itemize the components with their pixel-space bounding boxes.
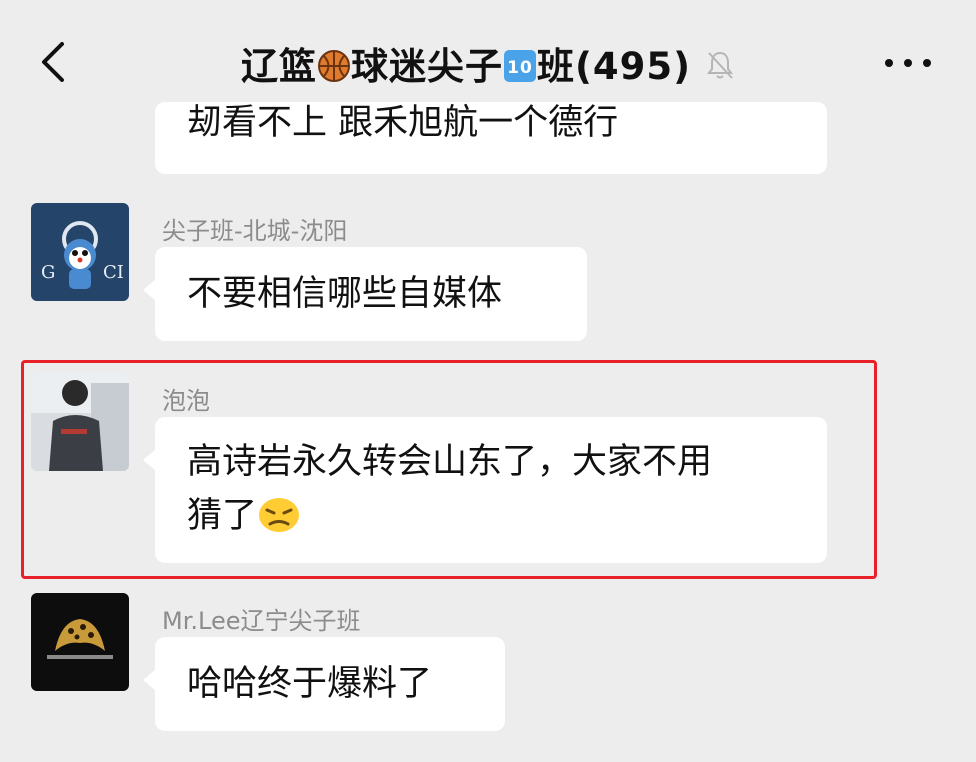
message-text-line-2-wrap: 猜了 — [187, 489, 795, 549]
cheetah-logo-avatar-image — [31, 593, 129, 691]
svg-text:10: 10 — [507, 58, 533, 78]
bell-muted-icon — [705, 47, 735, 90]
title-text-3: 班(495) — [536, 45, 692, 88]
basketball-icon — [317, 49, 351, 92]
message-bubble[interactable]: 刼看不上 跟禾旭航一个德行 — [155, 102, 827, 174]
avatar[interactable]: G CI — [31, 203, 129, 301]
persevering-face-icon — [257, 495, 301, 549]
chat-header: 辽篮 球迷尖子 10 班(495) — [0, 0, 976, 118]
message-bubble[interactable]: 不要相信哪些自媒体 — [143, 247, 587, 341]
more-dots-icon[interactable] — [884, 58, 932, 68]
chat-title: 辽篮 球迷尖子 10 班(495) — [0, 36, 976, 92]
svg-text:CI: CI — [103, 262, 124, 283]
gucci-doraemon-avatar-image: G CI — [31, 203, 129, 301]
message-text: 不要相信哪些自媒体 — [187, 274, 503, 314]
message-text-line-2: 猜了 — [187, 496, 258, 536]
message-text-line-1: 高诗岩永久转会山东了，大家不用 — [187, 442, 713, 482]
title-text-1: 辽篮 — [240, 45, 317, 88]
sender-name: Mr.Lee辽宁尖子班 — [162, 607, 361, 635]
sender-name: 泡泡 — [162, 387, 210, 415]
sender-name: 尖子班-北城-沈阳 — [162, 217, 348, 245]
svg-text:G: G — [41, 262, 55, 283]
message-text: 刼看不上 跟禾旭航一个德行 — [187, 103, 619, 143]
message-bubble[interactable]: 哈哈终于爆料了 — [143, 637, 505, 731]
avatar[interactable] — [31, 373, 129, 471]
keycap-ten-icon: 10 — [503, 49, 537, 92]
avatar[interactable] — [31, 593, 129, 691]
title-text-2: 球迷尖子 — [350, 45, 503, 88]
message-text: 哈哈终于爆料了 — [187, 664, 433, 704]
message-bubble[interactable]: 高诗岩永久转会山东了，大家不用 猜了 — [143, 417, 827, 563]
person-photo-avatar-image — [31, 373, 129, 471]
